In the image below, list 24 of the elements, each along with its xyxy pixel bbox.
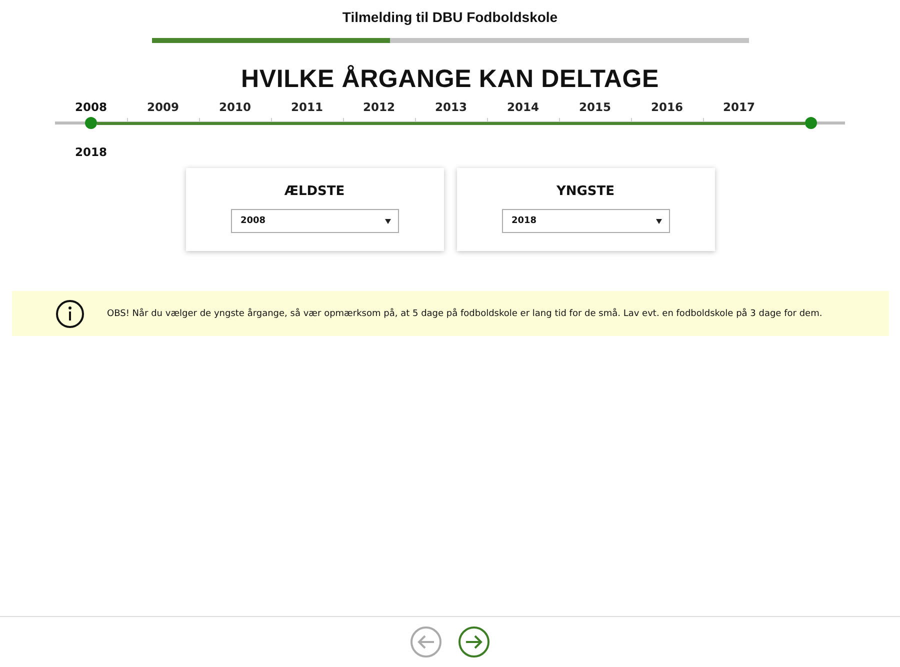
- year-dropdown[interactable]: 2008: [230, 209, 398, 233]
- caret-icon: [384, 218, 390, 224]
- year-label: 2011: [290, 99, 324, 116]
- year-label: 2018: [74, 144, 108, 161]
- caret-icon: [656, 218, 662, 224]
- year-label: 2016: [650, 99, 684, 116]
- form-title: Tilmelding til DBU Fodboldskole: [342, 9, 558, 25]
- year-dropdown[interactable]: 2018: [502, 209, 670, 233]
- picker-label: ÆLDSTE: [284, 184, 345, 199]
- page-heading: HVILKE ÅRGANGE KAN DELTAGE: [241, 65, 659, 94]
- slider-handle[interactable]: [85, 117, 97, 129]
- year-label: 2009: [146, 99, 180, 116]
- picker-label: YNGSTE: [556, 184, 615, 199]
- info-icon: [55, 298, 85, 328]
- year-label: 2012: [362, 99, 396, 116]
- slider-handle[interactable]: [805, 117, 817, 129]
- notice-text: OBS! Når du vælger de yngste årgange, så vær opmærksom på, at 5 dage på fodboldskole er lang tid for de små. Lav evt. en fodboldskole på 3 dage for dem.: [107, 308, 822, 318]
- year-label: 2010: [218, 99, 252, 116]
- year-label: 2008: [74, 99, 108, 116]
- next-button[interactable]: [458, 626, 490, 658]
- year-label: 2015: [578, 99, 612, 116]
- year-label: 2013: [434, 99, 468, 116]
- year-label: 2017: [722, 99, 756, 116]
- year-label: 2014: [506, 99, 540, 116]
